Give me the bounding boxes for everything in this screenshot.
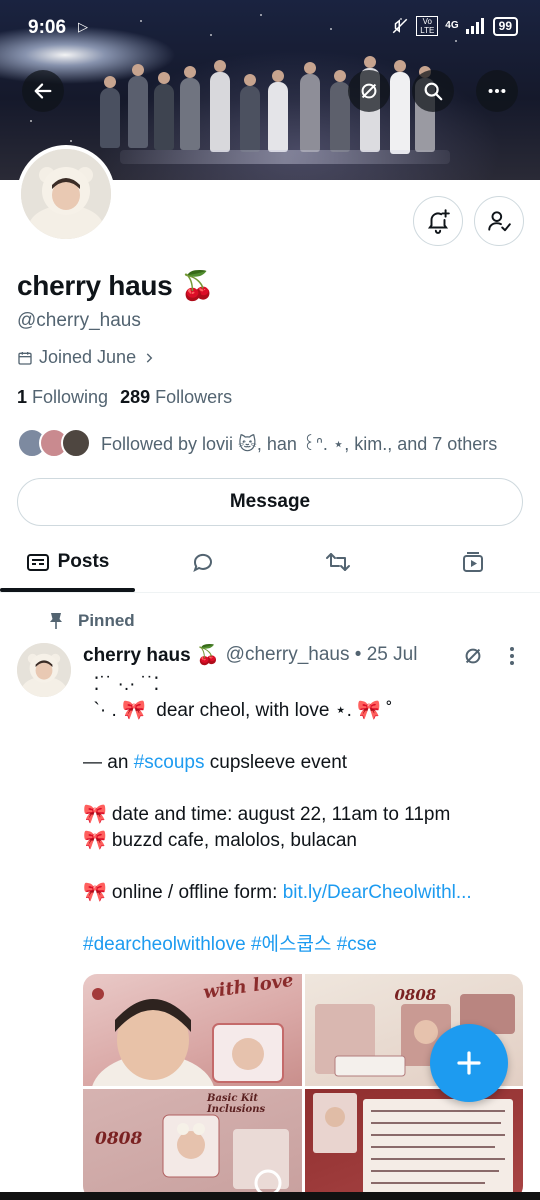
post-spacer	[83, 906, 523, 932]
profile-tabs: Posts	[0, 532, 540, 593]
calendar-icon	[18, 351, 32, 365]
post-event-line: — an #scoups cupsleeve event	[83, 750, 523, 776]
followed-by-avatars	[17, 428, 91, 458]
followed-by[interactable]: Followed by lovii 🐱, han ꒰ᐢ. ⋆, kim., an…	[17, 428, 497, 458]
replies-icon	[192, 553, 212, 572]
post-author-avatar[interactable]	[17, 643, 71, 697]
followers-link[interactable]: 289 Followers	[120, 387, 232, 408]
post-text: ⁚˙˙ ·.· ˙˙⁚ `· . 🎀 dear cheol, with love…	[83, 672, 523, 958]
joined-text: Joined June	[39, 347, 137, 367]
avatar-image	[17, 643, 71, 697]
event-suffix: cupsleeve event	[204, 752, 348, 773]
post-more-button[interactable]	[504, 645, 520, 672]
post-spacer	[83, 776, 523, 802]
avatar	[61, 428, 91, 458]
profile-display-name: cherry haus 🍒	[17, 269, 215, 302]
display-name-text: cherry haus	[17, 270, 173, 301]
follow-stats: 1 Following 289 Followers	[17, 387, 232, 408]
following-link[interactable]: 1 Following	[17, 387, 108, 408]
form-link[interactable]: bit.ly/DearCheolwithl...	[283, 882, 472, 903]
followers-count: 289	[120, 387, 151, 407]
post-line: ⁚˙˙ ·.· ˙˙⁚	[83, 674, 160, 695]
pinned-text: Pinned	[78, 611, 135, 630]
back-button[interactable]	[22, 70, 64, 112]
network-type: 4G	[445, 20, 459, 31]
post-author-name[interactable]: cherry haus 🍒	[83, 643, 220, 667]
grok-icon	[465, 648, 481, 664]
status-bar: 9:06 ▷ Vo LTE 4G 99	[0, 0, 540, 52]
following-count: 1	[17, 387, 28, 407]
info-sheet-illustration	[312, 1092, 513, 1199]
more-icon	[488, 88, 506, 94]
post-grok-button[interactable]	[462, 645, 484, 672]
cherry-emoji: 🍒	[179, 270, 215, 301]
system-nav-bar	[0, 1192, 540, 1200]
bell-plus-icon	[427, 209, 450, 234]
mute-icon	[393, 18, 408, 34]
profile-avatar[interactable]	[17, 145, 115, 243]
post-spacer	[83, 854, 523, 880]
notifications-button[interactable]	[413, 196, 463, 246]
message-button[interactable]: Message	[17, 478, 523, 526]
followers-label: Followers	[155, 387, 233, 407]
scoups-hashtag[interactable]: #scoups	[134, 752, 205, 773]
retweet-icon	[325, 553, 350, 571]
event-prefix: — an	[83, 752, 134, 773]
tab-replies[interactable]	[135, 532, 270, 592]
chevron-right-icon	[146, 352, 153, 363]
tab-posts[interactable]: Posts	[0, 532, 135, 592]
tab-reposts[interactable]	[270, 532, 405, 592]
post-handle-date[interactable]: @cherry_haus • 25 Jul	[226, 644, 418, 666]
tab-media[interactable]	[405, 532, 540, 592]
status-time: 9:06	[28, 17, 67, 38]
following-label: Following	[32, 387, 109, 407]
followed-by-text: Followed by lovii 🐱, han ꒰ᐢ. ⋆, kim., an…	[101, 433, 498, 454]
profile-handle: @cherry_haus	[17, 310, 141, 331]
volte-badge: Vo LTE	[416, 16, 439, 36]
plus-icon	[457, 1051, 481, 1075]
form-prefix: 🎀 online / offline form:	[83, 882, 283, 903]
photo-illustration	[92, 988, 284, 1086]
status-indicators: Vo LTE 4G 99	[391, 16, 518, 36]
more-vertical-icon	[510, 647, 514, 665]
post-line: `· . 🎀 dear cheol, with love ⋆. 🎀 ˚	[83, 700, 393, 721]
post-line: 🎀 buzzd cafe, malolos, bulacan	[83, 830, 357, 851]
posts-icon	[26, 554, 49, 571]
post-line: 🎀 date and time: august 22, 11am to 11pm	[83, 804, 451, 825]
post-header: cherry haus 🍒 @cherry_haus • 25 Jul	[83, 643, 417, 667]
media-image[interactable]: Basic Kit Inclusions 0808	[83, 1088, 302, 1200]
user-check-icon	[488, 211, 511, 232]
post-hashtags[interactable]: #dearcheolwithlove #에스쿱스 #cse	[83, 932, 523, 958]
following-status-button[interactable]	[474, 196, 524, 246]
post-spacer	[83, 724, 523, 750]
pinned-label: Pinned	[48, 611, 135, 631]
kit-illustration	[162, 1114, 289, 1196]
search-icon	[424, 82, 443, 101]
search-button[interactable]	[412, 70, 454, 112]
more-options-button[interactable]	[476, 70, 518, 112]
grok-button[interactable]	[348, 70, 390, 112]
media-icon	[462, 552, 483, 572]
signal-icon	[465, 18, 484, 34]
pin-icon	[50, 613, 62, 629]
media-image[interactable]: with love	[83, 974, 302, 1086]
compose-post-button[interactable]	[430, 1024, 508, 1102]
avatar-image	[21, 149, 111, 239]
grok-icon	[361, 83, 377, 99]
banner-stage	[120, 150, 450, 164]
tab-posts-label: Posts	[57, 551, 110, 572]
media-image[interactable]	[304, 1088, 523, 1200]
battery-indicator: 99	[492, 16, 518, 36]
arrow-left-icon	[34, 83, 52, 99]
joined-date[interactable]: Joined June	[17, 347, 156, 368]
cast-icon: ▷	[78, 19, 88, 34]
post-form-line: 🎀 online / offline form: bit.ly/DearCheo…	[83, 880, 523, 906]
